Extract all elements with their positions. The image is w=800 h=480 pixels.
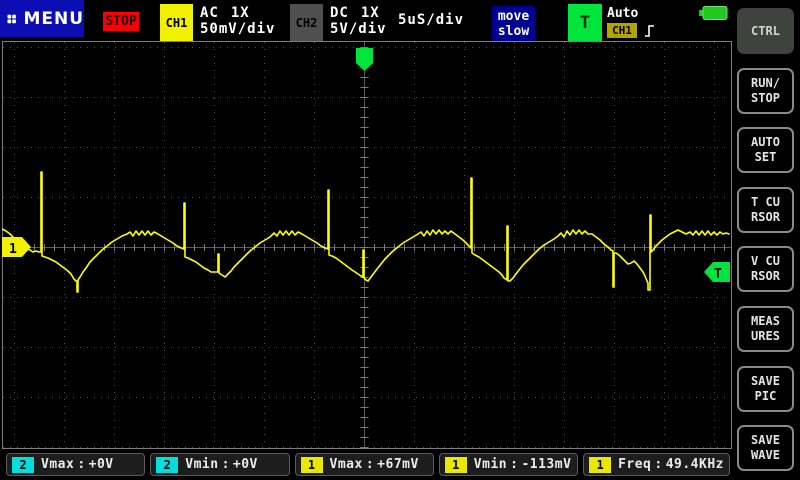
measurement-label: Vmin bbox=[473, 457, 508, 472]
move-speed-line1: move bbox=[497, 8, 530, 24]
waveform-display[interactable]: 1T bbox=[1, 41, 732, 449]
measurement-value: +67mV bbox=[377, 457, 419, 472]
ch1-coupling: AC bbox=[200, 5, 219, 21]
measurement-value: +0V bbox=[232, 457, 258, 472]
rising-edge-icon[interactable] bbox=[644, 23, 655, 39]
sidebar-button-t-cursor[interactable]: T CU RSOR bbox=[737, 187, 794, 233]
channel-badge: 1 bbox=[589, 456, 612, 473]
measurement-separator: : bbox=[221, 457, 230, 472]
sidebar-button-auto-set[interactable]: AUTO SET bbox=[737, 127, 794, 173]
measurement-bar: 2 Vmax: +0V 2 Vmin: +0V 1 Vmax: +67mV 1 Vmin: -113m… bbox=[6, 453, 730, 476]
sidebar-button-measures[interactable]: MEAS URES bbox=[737, 306, 794, 352]
measurement-text: Vmin: -113mV bbox=[474, 457, 572, 472]
measurement-value: +0V bbox=[88, 457, 114, 472]
measurement-ch1-vmin: 1 Vmin: -113mV bbox=[438, 453, 579, 476]
measurement-ch1-freq: 1 Freq:49.4KHz bbox=[583, 453, 730, 476]
sidebar-button-v-cursor[interactable]: V CU RSOR bbox=[737, 246, 794, 292]
ch2-coupling: DC bbox=[330, 5, 349, 21]
move-speed-line2: slow bbox=[497, 23, 530, 39]
measurement-text: Freq:49.4KHz bbox=[618, 457, 724, 472]
channel-badge: 1 bbox=[300, 456, 323, 473]
measurement-text: Vmax: +0V bbox=[41, 457, 114, 472]
ch1-waveform-trace bbox=[1, 171, 730, 293]
battery-icon bbox=[699, 6, 728, 20]
measurement-separator: : bbox=[365, 457, 375, 472]
ch2-attenuation: 1X bbox=[360, 5, 380, 21]
measurement-label: Vmin bbox=[185, 457, 219, 472]
ch1-badge[interactable]: CH1 bbox=[160, 4, 193, 41]
ch2-scale: 5V/div bbox=[330, 21, 387, 37]
trigger-mode-label: Auto bbox=[607, 6, 639, 21]
ch1-level-marker-label: 1 bbox=[9, 242, 17, 257]
measurement-separator: : bbox=[654, 457, 663, 472]
ch1-attenuation: 1X bbox=[230, 5, 250, 21]
trigger-badge[interactable]: T bbox=[568, 4, 602, 41]
measurement-separator: : bbox=[510, 457, 519, 472]
ch1-settings[interactable]: AC 1X 50mV/div bbox=[200, 5, 275, 37]
measurement-text: Vmax: +67mV bbox=[330, 457, 419, 472]
measurement-ch2-vmax: 2 Vmax: +0V bbox=[6, 453, 146, 476]
measurement-label: Vmax bbox=[41, 457, 75, 472]
move-speed-button[interactable]: move slow bbox=[492, 6, 535, 41]
trigger-level-marker-label: T bbox=[714, 267, 722, 282]
ch2-badge[interactable]: CH2 bbox=[290, 4, 323, 41]
menu-button[interactable]: MENU bbox=[0, 0, 84, 37]
ch2-settings[interactable]: DC 1X 5V/div bbox=[330, 5, 387, 37]
measurement-value: 49.4KHz bbox=[665, 457, 724, 472]
sidebar-button-save-pic[interactable]: SAVE PIC bbox=[737, 366, 794, 412]
sidebar-button-ctrl[interactable]: CTRL bbox=[737, 8, 794, 54]
trigger-source-badge[interactable]: CH1 bbox=[607, 23, 637, 38]
trigger-position-marker[interactable] bbox=[356, 48, 373, 71]
top-status-bar: MENU STOP CH1 AC 1X 50mV/div CH2 DC 1X 5V/… bbox=[0, 0, 800, 41]
sidebar-button-run-stop[interactable]: RUN/ STOP bbox=[737, 68, 794, 114]
measurement-label: Vmax bbox=[329, 457, 363, 472]
channel-badge: 2 bbox=[12, 456, 34, 473]
measurement-ch2-vmin: 2 Vmin: +0V bbox=[150, 453, 290, 476]
measurement-ch1-vmax: 1 Vmax: +67mV bbox=[294, 453, 434, 476]
measurement-separator: : bbox=[77, 457, 86, 472]
measurement-text: Vmin: +0V bbox=[185, 457, 258, 472]
run-state-badge: STOP bbox=[103, 12, 139, 31]
ch1-scale: 50mV/div bbox=[200, 21, 276, 37]
menu-label: MENU bbox=[23, 8, 84, 29]
menu-grid-icon bbox=[7, 14, 16, 23]
channel-badge: 1 bbox=[444, 456, 467, 473]
timebase-label[interactable]: 5uS/div bbox=[398, 12, 464, 28]
sidebar-button-save-wave[interactable]: SAVE WAVE bbox=[737, 425, 794, 471]
channel-badge: 2 bbox=[156, 456, 179, 473]
measurement-value: -113mV bbox=[521, 457, 572, 472]
measurement-label: Freq bbox=[618, 457, 652, 472]
